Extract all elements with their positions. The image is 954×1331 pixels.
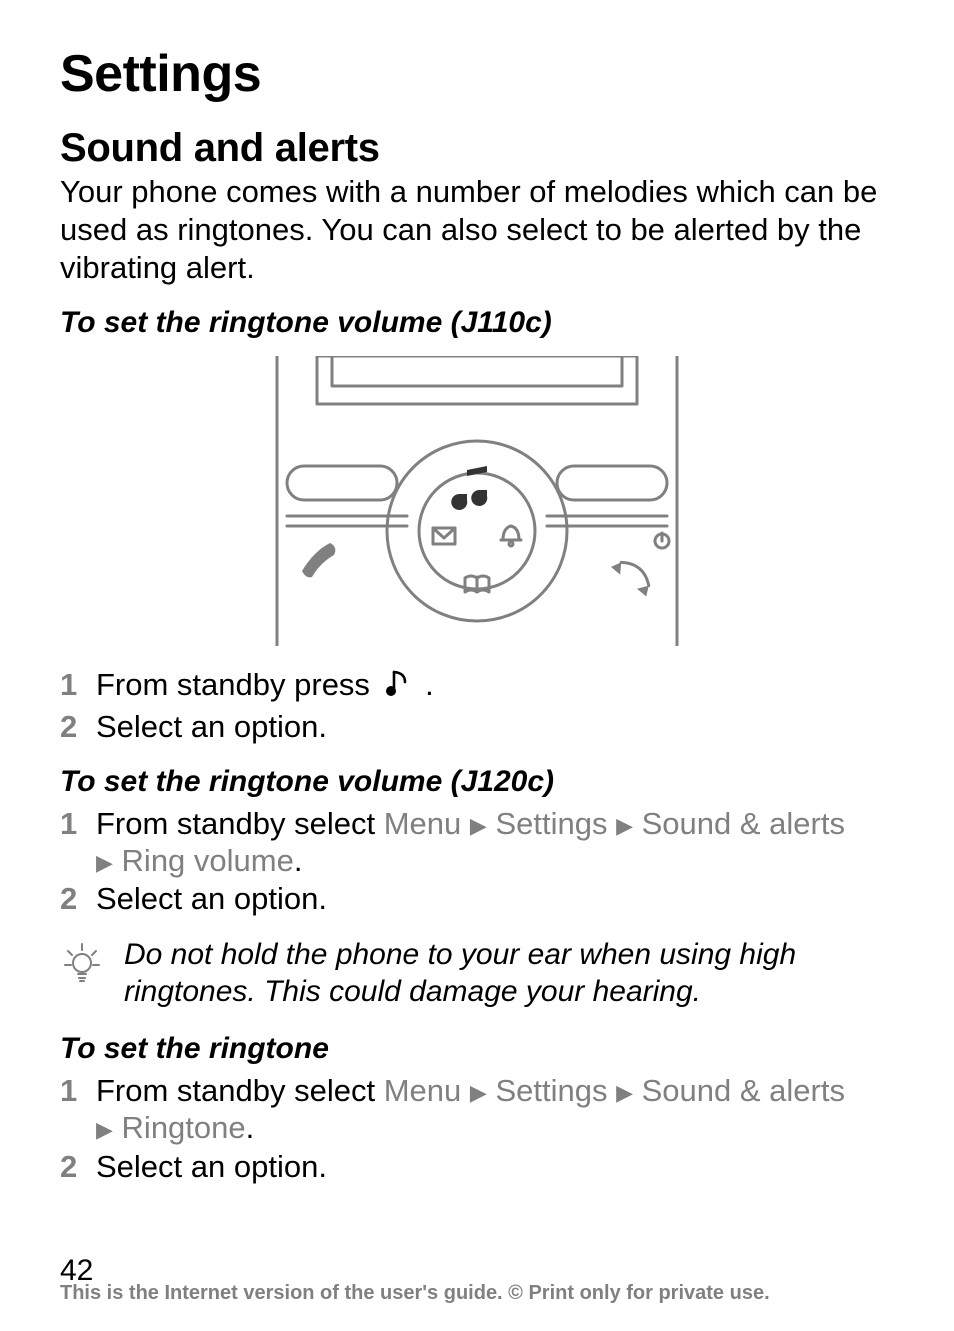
list-item: 1 From standby press . bbox=[60, 666, 894, 708]
menu-path-item: Sound & alerts bbox=[642, 1073, 845, 1108]
chevron-right-icon: ▶ bbox=[470, 1080, 487, 1105]
step-number: 1 bbox=[60, 1072, 96, 1111]
text-fragment: From standby select bbox=[96, 806, 384, 841]
page-title: Settings bbox=[60, 44, 894, 104]
music-note-icon bbox=[385, 668, 411, 708]
list-item: 2 Select an option. bbox=[60, 880, 894, 919]
step-number: 2 bbox=[60, 880, 96, 919]
procedure-heading-j110c: To set the ringtone volume (J110c) bbox=[60, 306, 894, 340]
step-text: Select an option. bbox=[96, 880, 894, 919]
spacer bbox=[60, 1109, 96, 1148]
step-text: Select an option. bbox=[96, 1148, 894, 1187]
note-text: Do not hold the phone to your ear when u… bbox=[124, 937, 894, 1010]
step-text: ▶ Ringtone. bbox=[96, 1109, 894, 1148]
list-item-continuation: ▶ Ring volume. bbox=[60, 842, 894, 881]
phone-keypad-figure bbox=[60, 356, 894, 646]
step-number: 2 bbox=[60, 1148, 96, 1187]
chevron-right-icon: ▶ bbox=[616, 813, 633, 838]
list-item-continuation: ▶ Ringtone. bbox=[60, 1109, 894, 1148]
list-item: 1 From standby select Menu ▶ Settings ▶ … bbox=[60, 1072, 894, 1111]
procedure-heading-ringtone: To set the ringtone bbox=[60, 1032, 894, 1066]
menu-path-item: Menu bbox=[384, 806, 462, 841]
section-heading-sound: Sound and alerts bbox=[60, 126, 894, 171]
step-number: 1 bbox=[60, 805, 96, 844]
procedure-steps-j110c: 1 From standby press . 2 Select an optio… bbox=[60, 666, 894, 747]
text-fragment: . bbox=[246, 1110, 255, 1145]
menu-path-item: Settings bbox=[495, 1073, 607, 1108]
menu-path-item: Ring volume bbox=[122, 843, 294, 878]
chevron-right-icon: ▶ bbox=[616, 1080, 633, 1105]
chevron-right-icon: ▶ bbox=[470, 813, 487, 838]
text-fragment: From standby select bbox=[96, 1073, 384, 1108]
text-fragment: From standby press bbox=[96, 667, 379, 702]
menu-path-item: Menu bbox=[384, 1073, 462, 1108]
footer-disclaimer: This is the Internet version of the user… bbox=[60, 1282, 894, 1305]
list-item: 2 Select an option. bbox=[60, 708, 894, 747]
step-text: From standby select Menu ▶ Settings ▶ So… bbox=[96, 805, 894, 844]
menu-path-item: Ringtone bbox=[122, 1110, 246, 1145]
section-intro: Your phone comes with a number of melodi… bbox=[60, 173, 894, 286]
text-fragment: . bbox=[425, 667, 434, 702]
spacer bbox=[60, 842, 96, 881]
step-text: ▶ Ring volume. bbox=[96, 842, 894, 881]
menu-path-item: Settings bbox=[495, 806, 607, 841]
procedure-heading-j120c: To set the ringtone volume (J120c) bbox=[60, 765, 894, 799]
chevron-right-icon: ▶ bbox=[96, 850, 113, 875]
procedure-steps-ringtone: 1 From standby select Menu ▶ Settings ▶ … bbox=[60, 1072, 894, 1186]
tip-note: Do not hold the phone to your ear when u… bbox=[62, 937, 894, 1010]
page-footer: 42 This is the Internet version of the u… bbox=[60, 1254, 894, 1305]
manual-page: Settings Sound and alerts Your phone com… bbox=[0, 0, 954, 1331]
procedure-steps-j120c: 1 From standby select Menu ▶ Settings ▶ … bbox=[60, 805, 894, 919]
step-text: From standby press . bbox=[96, 666, 894, 708]
text-fragment: . bbox=[294, 843, 303, 878]
step-text: From standby select Menu ▶ Settings ▶ So… bbox=[96, 1072, 894, 1111]
step-text: Select an option. bbox=[96, 708, 894, 747]
list-item: 1 From standby select Menu ▶ Settings ▶ … bbox=[60, 805, 894, 844]
step-number: 1 bbox=[60, 666, 96, 708]
list-item: 2 Select an option. bbox=[60, 1148, 894, 1187]
chevron-right-icon: ▶ bbox=[96, 1117, 113, 1142]
lightbulb-icon bbox=[62, 937, 106, 990]
phone-illustration bbox=[247, 356, 707, 646]
step-number: 2 bbox=[60, 708, 96, 747]
menu-path-item: Sound & alerts bbox=[642, 806, 845, 841]
